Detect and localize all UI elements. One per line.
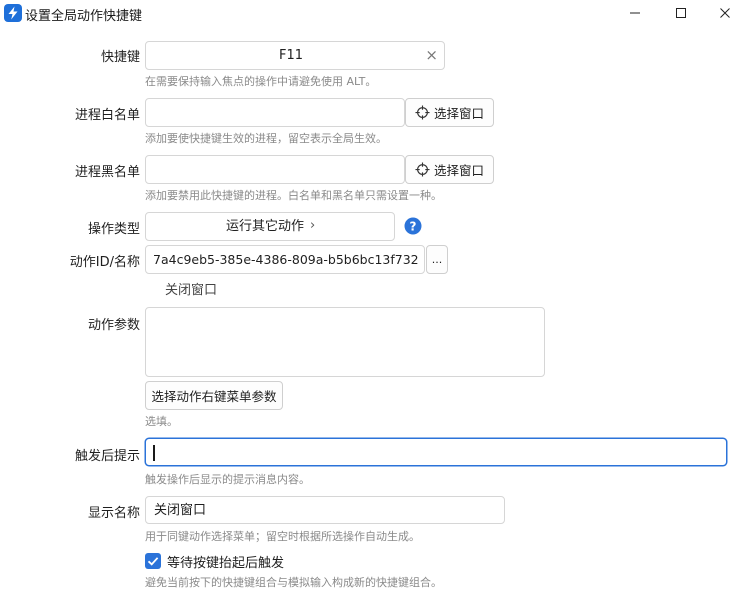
maximize-icon bbox=[676, 8, 686, 18]
chevron-right-icon: › bbox=[310, 218, 316, 233]
browse-action-button[interactable]: ... bbox=[426, 245, 448, 274]
whitelist-input[interactable] bbox=[145, 98, 405, 127]
minimize-icon bbox=[630, 12, 640, 14]
wait-release-checkbox[interactable]: 等待按键抬起后触发 bbox=[145, 552, 285, 571]
whitelist-hint: 添加要使快捷键生效的进程，留空表示全局生效。 bbox=[145, 132, 387, 145]
close-button[interactable] bbox=[702, 0, 748, 26]
display-name-input[interactable]: 关闭窗口 bbox=[145, 496, 505, 524]
text-caret bbox=[153, 445, 155, 461]
hotkey-label: 快捷键 bbox=[100, 50, 140, 65]
display-name-value: 关闭窗口 bbox=[154, 503, 207, 518]
action-id-input[interactable]: 7a4c9eb5-385e-4386-809a-b5b6bc13f732 bbox=[145, 245, 425, 274]
minimize-button[interactable] bbox=[612, 0, 658, 26]
close-icon bbox=[720, 8, 730, 18]
checkbox-checked-icon bbox=[145, 553, 161, 569]
action-type-label: 操作类型 bbox=[87, 222, 140, 237]
crosshair-icon bbox=[415, 162, 430, 177]
select-context-menu-params-button[interactable]: 选择动作右键菜单参数 bbox=[145, 381, 283, 410]
window-title: 设置全局动作快捷键 bbox=[25, 9, 143, 24]
display-name-hint: 用于同键动作选择菜单；留空时根据所选操作自动生成。 bbox=[145, 530, 420, 543]
blacklist-label: 进程黑名单 bbox=[74, 165, 140, 180]
action-params-label: 动作参数 bbox=[87, 318, 140, 333]
trigger-tip-label: 触发后提示 bbox=[74, 449, 140, 464]
blacklist-input[interactable] bbox=[145, 155, 405, 184]
action-id-label: 动作ID/名称 bbox=[69, 255, 140, 270]
action-id-value: 7a4c9eb5-385e-4386-809a-b5b6bc13f732 bbox=[153, 252, 419, 267]
blacklist-hint: 添加要禁用此快捷键的进程。白名单和黑名单只需设置一种。 bbox=[145, 189, 442, 202]
maximize-button[interactable] bbox=[658, 0, 704, 26]
whitelist-select-window-button[interactable]: 选择窗口 bbox=[405, 98, 494, 127]
clear-hotkey-icon[interactable]: × bbox=[425, 46, 438, 64]
help-icon[interactable]: ? bbox=[404, 217, 422, 235]
blacklist-select-window-button[interactable]: 选择窗口 bbox=[405, 155, 494, 184]
select-context-menu-params-label: 选择动作右键菜单参数 bbox=[151, 389, 277, 404]
whitelist-select-window-label: 选择窗口 bbox=[433, 106, 484, 121]
action-type-dropdown[interactable]: 运行其它动作 › bbox=[145, 212, 395, 241]
svg-text:?: ? bbox=[410, 219, 417, 233]
whitelist-label: 进程白名单 bbox=[74, 108, 140, 123]
action-params-textarea[interactable] bbox=[145, 307, 545, 377]
app-logo-icon bbox=[4, 4, 22, 22]
hotkey-input[interactable]: F11 × bbox=[145, 41, 445, 70]
wait-release-label: 等待按键抬起后触发 bbox=[167, 555, 285, 571]
trigger-tip-input[interactable] bbox=[145, 438, 727, 466]
ellipsis-icon: ... bbox=[431, 253, 443, 266]
blacklist-select-window-label: 选择窗口 bbox=[433, 163, 484, 178]
action-params-hint: 选填。 bbox=[145, 415, 178, 428]
trigger-tip-hint: 触发操作后显示的提示消息内容。 bbox=[145, 473, 310, 486]
display-name-label: 显示名称 bbox=[87, 506, 140, 521]
crosshair-icon bbox=[415, 105, 430, 120]
resolved-action-name: 关闭窗口 bbox=[165, 283, 218, 298]
hotkey-value: F11 bbox=[278, 48, 304, 63]
action-type-value: 运行其它动作 bbox=[226, 219, 305, 234]
hotkey-hint: 在需要保持输入焦点的操作中请避免使用 ALT。 bbox=[145, 75, 377, 88]
wait-release-hint: 避免当前按下的快捷键组合与模拟输入构成新的快捷键组合。 bbox=[145, 576, 442, 589]
title-bar: 设置全局动作快捷键 bbox=[0, 0, 748, 28]
